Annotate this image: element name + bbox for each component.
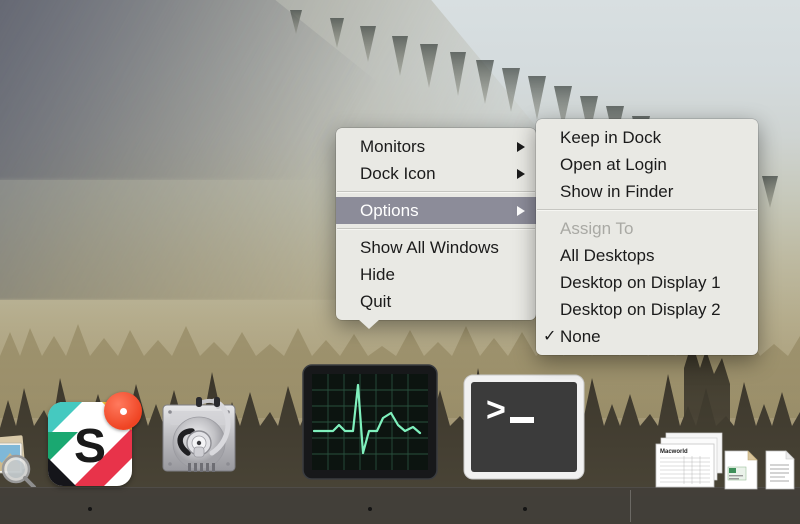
terminal-prompt-icon: > [463,374,585,480]
dock-item-disk-utility[interactable] [148,383,248,488]
submenu-item-desktop-on-display-1[interactable]: Desktop on Display 1 [536,269,758,296]
dock-item-slack[interactable]: S [48,392,142,486]
photo-magnifier-icon [0,435,36,489]
menu-item-label: Show in Finder [560,182,674,201]
menu-item-label: Desktop on Display 1 [560,273,721,292]
text-page-icon [765,450,795,490]
submenu-item-open-at-login[interactable]: Open at Login [536,151,758,178]
ekg-monitor-icon [302,364,438,480]
slack-notification-badge [104,392,142,430]
menu-item-dock-icon[interactable]: Dock Icon [336,160,536,187]
submenu-item-none[interactable]: ✓ None [536,323,758,350]
menu-item-label: All Desktops [560,246,655,265]
menu-item-label: Show All Windows [360,238,499,257]
dock-item-terminal[interactable]: > [462,373,586,486]
chevron-right-icon [517,168,525,179]
menu-item-monitors[interactable]: Monitors [336,133,536,160]
menu-item-hide[interactable]: Hide [336,261,536,288]
dock-item-activity-monitor[interactable] [301,363,439,486]
menu-separator [537,209,757,211]
menu-item-label: Monitors [360,137,426,156]
menu-item-label: Keep in Dock [560,128,662,147]
menu-pointer-notch [358,319,380,329]
menu-separator [337,191,535,193]
menu-item-show-all-windows[interactable]: Show All Windows [336,234,536,261]
submenu-item-show-in-finder[interactable]: Show in Finder [536,178,758,205]
dock-item-downloads[interactable] [722,449,760,496]
document-stack-icon: Macworld [655,432,723,488]
document-title-text: Macworld [660,449,688,455]
menu-item-label: Desktop on Display 2 [560,300,721,319]
dock-item-preview[interactable] [0,425,38,492]
menu-item-label: Hide [360,265,395,284]
menu-item-label: Open at Login [560,155,667,174]
menu-item-label: None [560,327,601,346]
checkmark-icon: ✓ [543,328,557,345]
menu-item-options[interactable]: Options [336,197,536,224]
svg-text:S: S [74,420,106,473]
disk-stethoscope-icon [162,397,236,472]
file-icon [724,450,758,490]
submenu-item-all-desktops[interactable]: All Desktops [536,242,758,269]
menu-separator [337,228,535,230]
dock-item-documents-stack[interactable]: Macworld [654,431,724,494]
options-submenu[interactable]: Keep in Dock Open at Login Show in Finde… [536,119,758,355]
dock-context-menu[interactable]: Monitors Dock Icon Options Show All Wind… [336,128,536,329]
desktop-screen: S > Macworld Monitors Dock Icon Options … [0,0,800,524]
submenu-header-assign-to: Assign To [536,215,758,242]
chevron-right-icon [517,205,525,216]
terminal-prompt-glyph: > [486,391,506,429]
menu-item-label: Options [360,201,419,220]
menu-item-quit[interactable]: Quit [336,288,536,315]
dock-item-text-document[interactable] [764,449,796,496]
menu-item-label: Quit [360,292,392,311]
menu-item-label: Assign To [560,219,634,238]
menu-item-label: Dock Icon [360,164,436,183]
submenu-item-keep-in-dock[interactable]: Keep in Dock [536,124,758,151]
chevron-right-icon [517,141,525,152]
submenu-item-desktop-on-display-2[interactable]: Desktop on Display 2 [536,296,758,323]
